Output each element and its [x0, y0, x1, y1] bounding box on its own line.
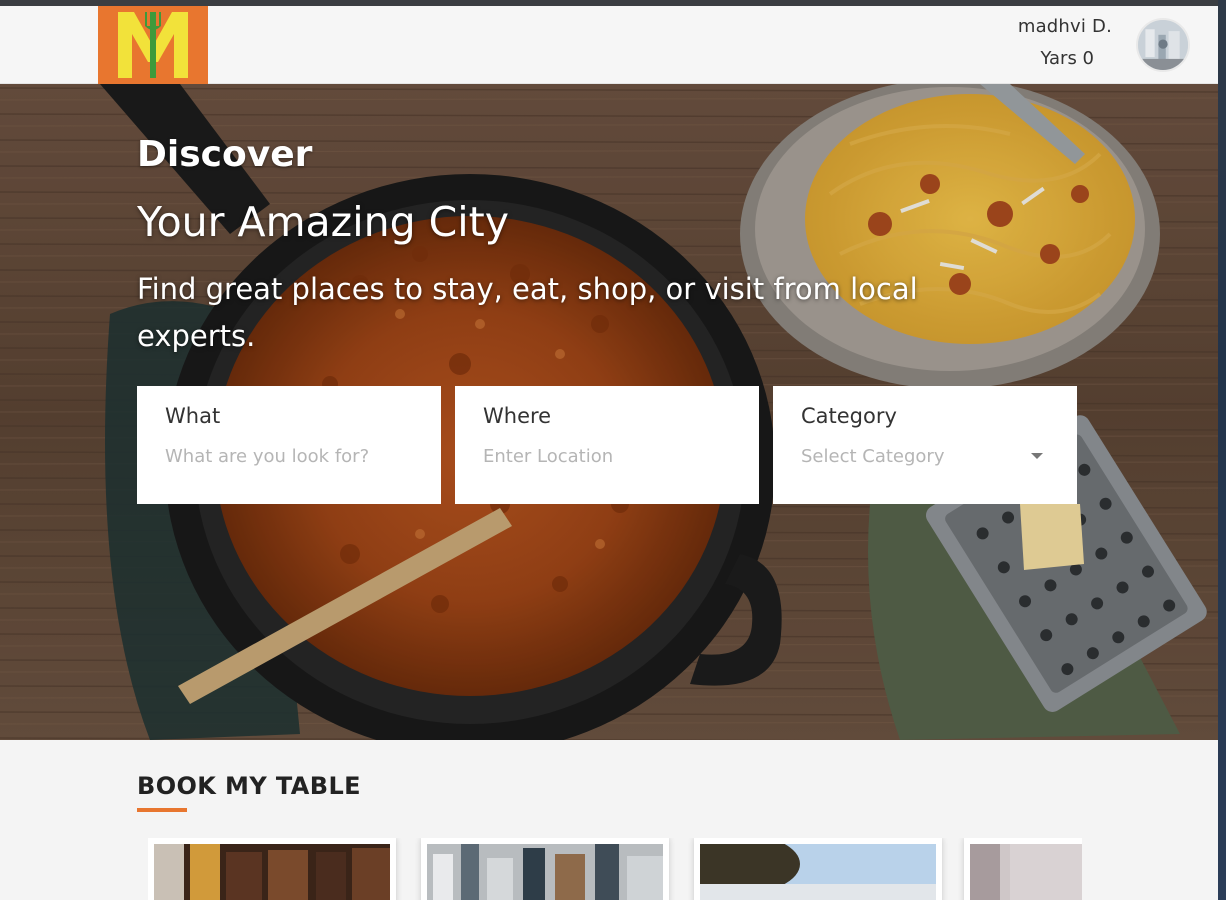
restaurant-image [970, 844, 1082, 900]
search-where-box: Where [455, 386, 759, 504]
restaurant-image [427, 844, 663, 900]
category-label: Category [801, 404, 897, 428]
avatar-photo-icon [1138, 20, 1188, 70]
brand-logo[interactable] [98, 6, 208, 84]
hero-title: Discover [137, 134, 313, 175]
window-right-edge [1218, 0, 1226, 900]
restaurant-room-image [970, 844, 1082, 900]
restaurant-dining-image [427, 844, 663, 900]
user-avatar[interactable] [1136, 18, 1190, 72]
caret-down-icon [1031, 453, 1043, 459]
search-what-box: What [137, 386, 441, 504]
restaurant-interior-image [154, 844, 390, 900]
restaurant-exterior-image [700, 844, 936, 900]
restaurant-card[interactable] [421, 838, 669, 900]
restaurant-card-list [148, 838, 1082, 900]
what-input[interactable] [165, 446, 413, 467]
where-label: Where [483, 404, 552, 428]
section-title-underline [137, 808, 187, 812]
app-frame: madhvi D. Yars 0 Discover Your Amazing C… [0, 0, 1226, 900]
top-header: madhvi D. Yars 0 [0, 6, 1218, 84]
what-label: What [165, 404, 221, 428]
restaurant-card[interactable] [148, 838, 396, 900]
category-select[interactable]: Select Category [801, 446, 1049, 467]
restaurant-image [154, 844, 390, 900]
user-name[interactable]: madhvi D. [1018, 16, 1112, 37]
category-select-value: Select Category [801, 446, 945, 467]
restaurant-image [700, 844, 936, 900]
logo-m-fork-icon [98, 6, 208, 84]
hero-banner: Discover Your Amazing City Find great pl… [0, 84, 1218, 740]
section-title: BOOK MY TABLE [137, 772, 361, 800]
user-subtitle: Yars 0 [1040, 48, 1095, 69]
hero-description: Find great places to stay, eat, shop, or… [137, 272, 918, 353]
hero-subtitle: Your Amazing City [137, 198, 509, 246]
restaurant-card[interactable] [964, 838, 1082, 900]
search-category-box: Category Select Category [773, 386, 1077, 504]
restaurant-card[interactable] [694, 838, 942, 900]
where-input[interactable] [483, 446, 731, 467]
